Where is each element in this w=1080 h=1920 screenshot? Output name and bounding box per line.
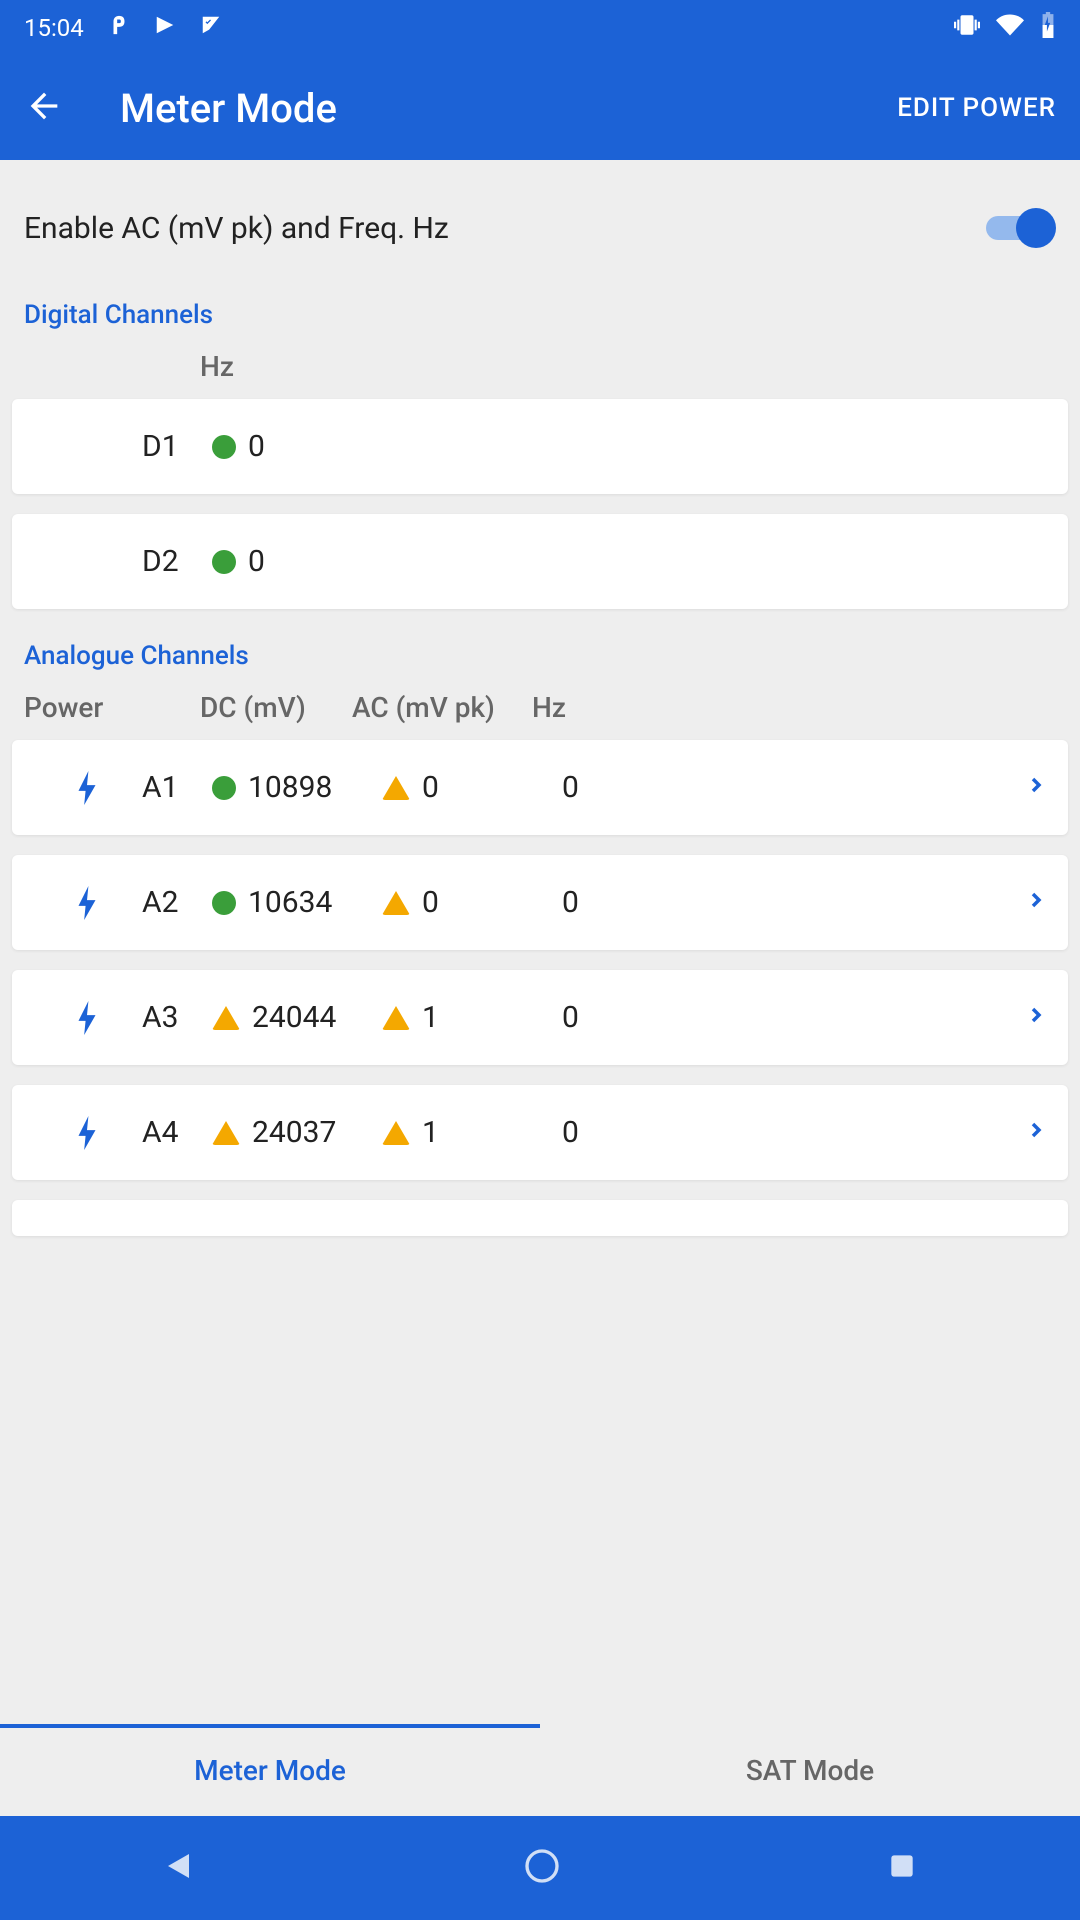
partial-card [12, 1200, 1068, 1236]
enable-ac-toggle-row: Enable AC (mV pk) and Freq. Hz [12, 180, 1068, 288]
channel-name: D2 [142, 544, 212, 579]
dc-column-header: DC (mV) [142, 691, 332, 724]
analogue-channel-card: A1 10898 0 0 [12, 740, 1068, 835]
status-left: 15:04 [24, 14, 222, 42]
channel-dc-value: 24037 [212, 1115, 382, 1150]
battery-icon [1040, 12, 1056, 44]
power-indicator [32, 771, 142, 805]
status-triangle-icon [382, 1006, 410, 1030]
power-indicator [32, 1116, 142, 1150]
channel-hz-value: 0 [212, 544, 265, 579]
vibrate-icon [954, 12, 980, 44]
analogue-column-headers: Power DC (mV) AC (mV pk) Hz [12, 691, 1068, 740]
nav-recents-button[interactable] [886, 1850, 918, 1886]
digital-channels-header: Digital Channels [12, 288, 1068, 350]
chevron-right-icon [1024, 1000, 1048, 1035]
bolt-icon [77, 886, 97, 920]
channel-row-d1[interactable]: D1 0 [12, 399, 1068, 494]
edit-power-button[interactable]: EDIT POWER [897, 93, 1056, 123]
channel-row-d2[interactable]: D2 0 [12, 514, 1068, 609]
check-flag-icon [200, 14, 222, 42]
channel-hz-value: 0 [562, 885, 722, 920]
channel-dc-value: 10898 [212, 770, 382, 805]
status-time: 15:04 [24, 14, 84, 42]
page-title: Meter Mode [120, 85, 897, 132]
bottom-tabs: Meter Mode SAT Mode [0, 1724, 1080, 1816]
status-triangle-icon [212, 1006, 240, 1030]
status-triangle-icon [382, 776, 410, 800]
status-dot-green-icon [212, 550, 236, 574]
power-column-header: Power [12, 691, 142, 724]
status-dot-green-icon [212, 435, 236, 459]
wifi-icon [996, 11, 1024, 45]
chevron-right-icon [1024, 770, 1048, 805]
status-dot-green-icon [212, 891, 236, 915]
channel-ac-value: 1 [382, 1115, 562, 1150]
tab-meter-mode[interactable]: Meter Mode [0, 1724, 540, 1816]
channel-name: D1 [142, 429, 212, 464]
power-indicator [32, 1001, 142, 1035]
bolt-icon [77, 1001, 97, 1035]
hz-column-header: Hz [532, 691, 566, 724]
channel-row-a1[interactable]: A1 10898 0 0 [12, 740, 1068, 835]
analogue-channel-card: A2 10634 0 0 [12, 855, 1068, 950]
nav-back-button[interactable] [162, 1848, 198, 1888]
channel-hz-value: 0 [562, 1115, 722, 1150]
app-bar: Meter Mode EDIT POWER [0, 56, 1080, 160]
p-icon [108, 14, 130, 42]
bolt-icon [77, 771, 97, 805]
digital-channel-card: D1 0 [12, 399, 1068, 494]
ac-column-header: AC (mV pk) [332, 691, 532, 724]
status-triangle-icon [212, 1121, 240, 1145]
play-icon [154, 14, 176, 42]
hz-column-header: Hz [12, 350, 234, 383]
content-area: Enable AC (mV pk) and Freq. Hz Digital C… [0, 160, 1080, 1724]
channel-row-a4[interactable]: A4 24037 1 0 [12, 1085, 1068, 1180]
chevron-right-icon [1024, 1115, 1048, 1150]
channel-name: A1 [142, 770, 212, 805]
channel-name: A3 [142, 1000, 212, 1035]
power-indicator [32, 886, 142, 920]
channel-name: A2 [142, 885, 212, 920]
status-triangle-icon [382, 1121, 410, 1145]
channel-hz-value: 0 [562, 770, 722, 805]
digital-column-headers: Hz [12, 350, 1068, 399]
enable-ac-label: Enable AC (mV pk) and Freq. Hz [24, 211, 449, 246]
channel-ac-value: 0 [382, 770, 562, 805]
digital-channel-card: D2 0 [12, 514, 1068, 609]
channel-ac-value: 0 [382, 885, 562, 920]
analogue-channels-header: Analogue Channels [12, 629, 1068, 691]
channel-row-a2[interactable]: A2 10634 0 0 [12, 855, 1068, 950]
analogue-channel-card: A3 24044 1 0 [12, 970, 1068, 1065]
chevron-right-icon [1024, 885, 1048, 920]
channel-dc-value: 10634 [212, 885, 382, 920]
back-button[interactable] [24, 86, 64, 130]
channel-dc-value: 24044 [212, 1000, 382, 1035]
nav-home-button[interactable] [522, 1846, 562, 1890]
tab-indicator [0, 1724, 540, 1728]
enable-ac-toggle[interactable] [986, 208, 1056, 248]
status-dot-green-icon [212, 776, 236, 800]
channel-row-a3[interactable]: A3 24044 1 0 [12, 970, 1068, 1065]
channel-hz-value: 0 [562, 1000, 722, 1035]
android-nav-bar [0, 1816, 1080, 1920]
tab-sat-mode[interactable]: SAT Mode [540, 1724, 1080, 1816]
status-bar: 15:04 [0, 0, 1080, 56]
status-triangle-icon [382, 891, 410, 915]
channel-ac-value: 1 [382, 1000, 562, 1035]
bolt-icon [77, 1116, 97, 1150]
status-right [954, 11, 1056, 45]
analogue-channel-card: A4 24037 1 0 [12, 1085, 1068, 1180]
channel-name: A4 [142, 1115, 212, 1150]
channel-hz-value: 0 [212, 429, 265, 464]
